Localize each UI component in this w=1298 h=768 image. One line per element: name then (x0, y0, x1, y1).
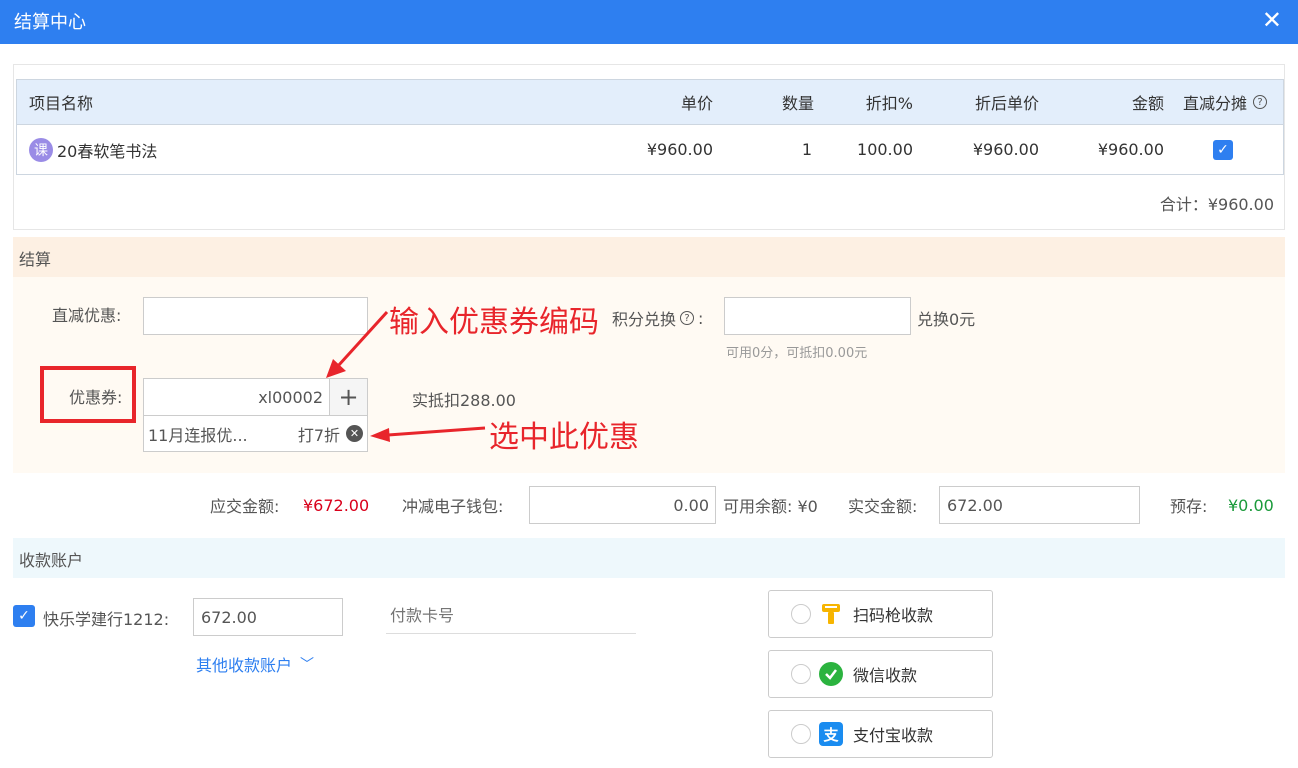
radio-scanner[interactable] (791, 604, 811, 624)
row-allocate-cell: ✓ (1213, 125, 1243, 174)
help-icon[interactable]: ? (1253, 95, 1268, 109)
header-allocate: 直减分摊 ? (1183, 80, 1283, 124)
account-amount-input[interactable]: 672.00 (193, 598, 343, 636)
course-badge-icon: 课 (29, 137, 53, 162)
points-label: 积分兑换 (612, 310, 677, 329)
annotation-arrows (326, 310, 486, 442)
account-checkbox[interactable]: ✓ (13, 605, 35, 627)
account-section-header: 收款账户 (13, 538, 1285, 578)
dialog-title: 结算中心 (14, 12, 86, 33)
other-accounts-link[interactable]: 其他收款账户 ﹀ (196, 652, 314, 676)
annotation-select-coupon: 选中此优惠 (489, 420, 639, 455)
other-accounts-label: 其他收款账户 (196, 656, 293, 675)
header-discount: 折扣% (865, 94, 913, 113)
account-section-title: 收款账户 (19, 551, 84, 570)
row-unit-price: ¥960.00 (646, 140, 713, 159)
items-table: 项目名称 单价 数量 折扣% 折后单价 金额 直减分摊 ? 课 20春软笔书法 … (16, 79, 1284, 175)
wallet-input[interactable]: 0.00 (529, 486, 716, 524)
header-name: 项目名称 (29, 94, 94, 113)
row-name-cell: 课 20春软笔书法 (29, 125, 329, 174)
row-amount: ¥960.00 (1097, 140, 1164, 159)
table-header: 项目名称 单价 数量 折扣% 折后单价 金额 直减分摊 ? (17, 80, 1283, 125)
header-unit-price: 单价 (680, 94, 713, 113)
account-name: 快乐学建行1212: (43, 610, 170, 629)
pay-alipay-label: 支付宝收款 (853, 726, 934, 745)
items-panel: 项目名称 单价 数量 折扣% 折后单价 金额 直减分摊 ? 课 20春软笔书法 … (13, 64, 1285, 230)
arrow-head-select-coupon (370, 428, 390, 442)
wechat-icon (819, 662, 843, 686)
row-qty: 1 (801, 140, 812, 159)
due-value: ¥672.00 (303, 495, 370, 515)
dialog-title-bar: 结算中心 ✕ (0, 0, 1298, 44)
coupon-label: 优惠券: (69, 388, 123, 407)
points-hint: 可用0分，可抵扣0.00元 (726, 346, 868, 361)
points-label-group: 积分兑换 ? : (612, 306, 703, 330)
table-row: 课 20春软笔书法 ¥960.00 1 100.00 ¥960.00 ¥960.… (17, 125, 1283, 174)
pay-wechat-button[interactable]: 微信收款 (768, 650, 993, 698)
due-label: 应交金额: (210, 497, 280, 516)
row-name: 20春软笔书法 (57, 141, 158, 161)
header-qty: 数量 (781, 94, 814, 113)
table-total: 合计：¥960.00 (1159, 195, 1274, 214)
settlement-header: 结算 (13, 237, 1285, 277)
pay-scanner-label: 扫码枪收款 (853, 606, 934, 625)
pay-wechat-label: 微信收款 (853, 666, 918, 685)
row-disc-price: ¥960.00 (972, 140, 1039, 159)
allocate-checkbox[interactable]: ✓ (1213, 139, 1233, 160)
pay-scanner-button[interactable]: 扫码枪收款 (768, 590, 993, 638)
header-allocate-label: 直减分摊 (1183, 94, 1248, 113)
arrow-line-select-coupon (387, 426, 486, 437)
radio-alipay[interactable] (791, 724, 811, 744)
header-disc-price: 折后单价 (974, 94, 1039, 113)
prepay-label: 预存: (1170, 497, 1208, 516)
card-number-input[interactable] (386, 598, 636, 634)
scanner-icon (819, 602, 843, 626)
header-amount: 金额 (1131, 94, 1164, 113)
arrow-line-enter-code (336, 310, 389, 368)
prepay-value: ¥0.00 (1228, 495, 1274, 515)
points-help-icon[interactable]: ? (680, 311, 695, 325)
wallet-label: 冲减电子钱包: (402, 497, 504, 516)
actual-amount-input[interactable]: 672.00 (939, 486, 1140, 524)
alipay-icon: 支 (819, 722, 843, 746)
radio-wechat[interactable] (791, 664, 811, 684)
pay-alipay-button[interactable]: 支 支付宝收款 (768, 710, 993, 758)
points-suffix: 兑换0元 (917, 310, 976, 329)
actual-label: 实交金额: (848, 497, 918, 516)
points-input[interactable] (724, 297, 911, 335)
chevron-down-icon: ﹀ (300, 657, 315, 673)
direct-discount-label: 直减优惠: (52, 306, 122, 325)
close-icon[interactable]: ✕ (1262, 6, 1282, 34)
settlement-title: 结算 (19, 250, 52, 269)
row-discount: 100.00 (857, 140, 913, 159)
balance-text: 可用余额: ¥0 (723, 497, 818, 516)
coupon-item-name: 11月连报优... (148, 425, 248, 445)
